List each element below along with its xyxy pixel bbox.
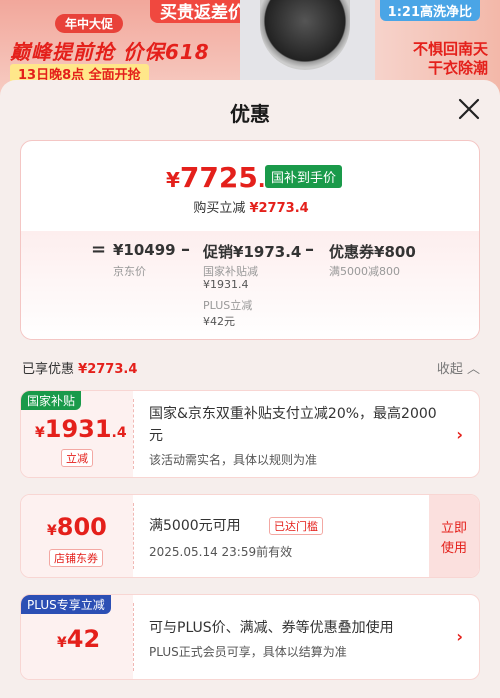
promo-right-text: 不惧回南天 干衣除潮	[412, 40, 488, 77]
coupon-description: 满5000元可用	[149, 518, 241, 534]
promo-sub1-value: ¥1931.4	[203, 278, 249, 291]
price-summary-card: ¥7725.6 国补到手价 购买立减 ¥2773.4 = ¥10499 京东价 …	[20, 140, 480, 340]
coupon-amount: ¥800	[47, 513, 107, 541]
coupon-plus[interactable]: PLUS专享立减 ¥42 可与PLUS价、满减、券等优惠叠加使用 PLUS正式会…	[20, 594, 480, 680]
promo-sub2-value: ¥42元	[203, 315, 235, 328]
promo-sub1-label: 国家补贴减	[203, 265, 258, 278]
threshold-reached-badge: 已达门槛	[269, 517, 323, 535]
coupon-sub-label: 满5000减800	[329, 265, 400, 278]
promo-total: 促销¥1973.4	[203, 243, 302, 261]
chevron-up-icon: ︿	[466, 362, 480, 377]
chevron-right-icon: ›	[456, 627, 463, 646]
buy-discount-line: 购买立减 ¥2773.4	[193, 201, 309, 216]
coupon-amount: ¥1931.4	[35, 415, 127, 443]
equals-sign: =	[91, 239, 107, 260]
coupon-note: 该活动需实名，具体以规则为准	[149, 453, 318, 467]
collapse-button[interactable]: 收起 ︿	[437, 358, 480, 377]
coupon-type-label: 立减	[61, 449, 93, 467]
use-now-button[interactable]: 立即 使用	[429, 495, 479, 577]
minus-sign-1: –	[181, 239, 190, 260]
coupon-amount: ¥42	[57, 625, 101, 653]
discount-sheet: 优惠 ¥7725.6 国补到手价 购买立减 ¥2773.4 = ¥10499 京…	[0, 80, 500, 698]
base-price: ¥10499	[113, 241, 176, 259]
enjoyed-discount: 已享优惠 ¥2773.4	[22, 362, 138, 377]
coupon-description: 可与PLUS价、满减、券等优惠叠加使用	[149, 620, 394, 636]
promo-sub2-label: PLUS立减	[203, 299, 253, 312]
promo-tag: 年中大促	[55, 14, 124, 33]
sheet-title: 优惠	[230, 102, 270, 126]
coupon-divider	[133, 503, 134, 569]
subsidy-price-badge: 国补到手价	[265, 165, 343, 188]
promo-right-top: 1:21高洗净比	[379, 0, 480, 21]
coupon-expiry: 2025.05.14 23:59前有效	[149, 545, 293, 559]
coupon-note: PLUS正式会员可享，具体以结算为准	[149, 645, 347, 659]
coupon-total: 优惠券¥800	[329, 243, 416, 261]
coupon-tag: 国家补贴	[21, 391, 82, 410]
coupon-tag: PLUS专享立减	[21, 595, 111, 614]
final-price: ¥7725.6	[166, 161, 279, 194]
base-price-label: 京东价	[113, 265, 146, 278]
minus-sign-2: –	[305, 239, 314, 260]
close-button[interactable]	[456, 96, 482, 122]
chevron-right-icon: ›	[456, 425, 463, 444]
coupon-national-subsidy[interactable]: 国家补贴 ¥1931.4 立减 国家&京东双重补贴支付立减20%，最高2000元…	[20, 390, 480, 478]
coupon-type-label: 店铺东券	[49, 549, 103, 567]
close-icon	[458, 98, 480, 120]
promo-title: 巅峰提前抢 价保618	[10, 40, 210, 64]
coupon-description: 国家&京东双重补贴支付立减20%，最高2000元	[149, 406, 437, 444]
coupon-divider	[133, 603, 134, 671]
coupon-store[interactable]: ¥800 店铺东券 满5000元可用 已达门槛 2025.05.14 23:59…	[20, 494, 480, 578]
coupon-divider	[133, 399, 134, 469]
